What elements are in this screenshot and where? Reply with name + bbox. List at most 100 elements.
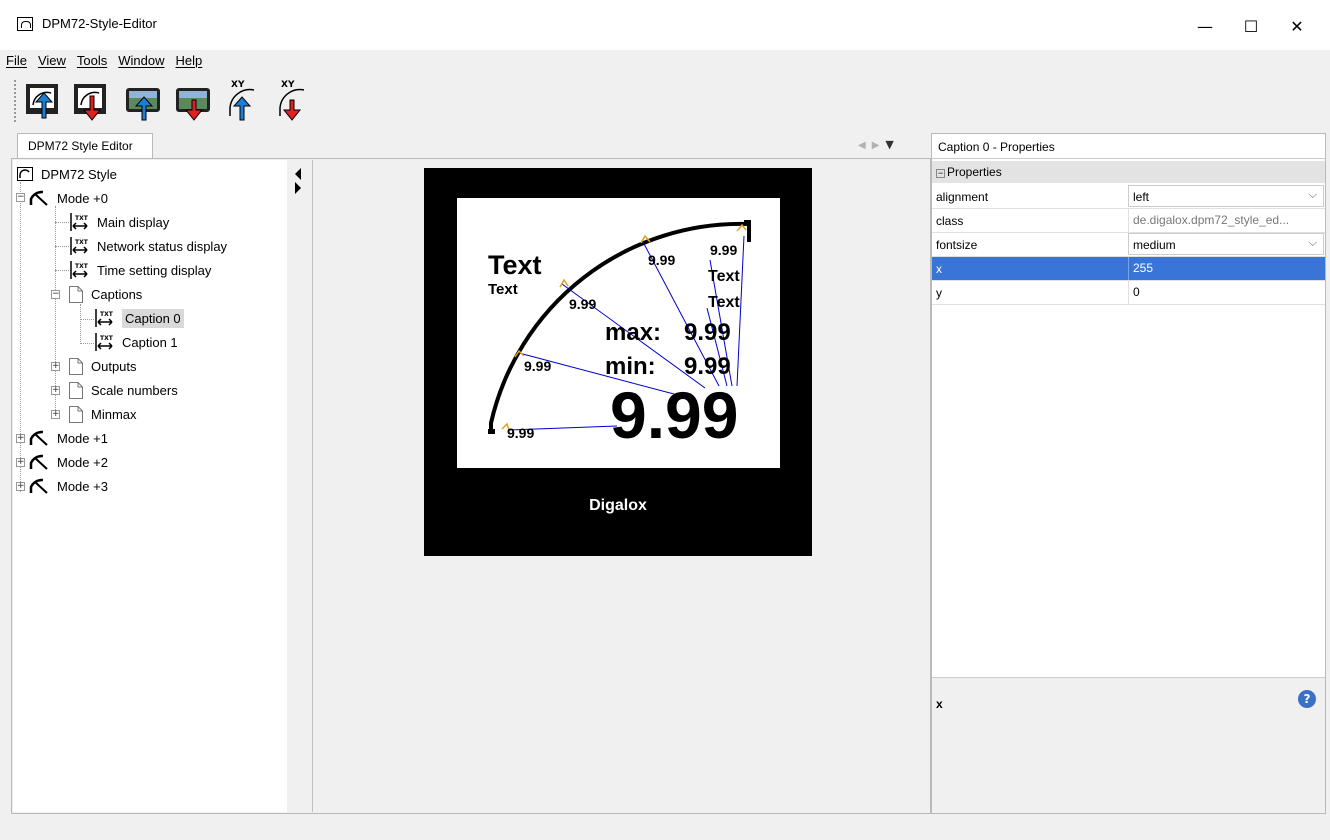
tab-dpm72-style-editor[interactable]: DPM72 Style Editor <box>17 133 153 158</box>
alignment-select[interactable]: left ⌵ <box>1128 185 1324 207</box>
minimize-button[interactable]: — <box>1182 11 1228 41</box>
panel-splitter[interactable] <box>287 160 313 812</box>
min-value[interactable]: 9.99 <box>684 353 731 380</box>
expand-mode2-icon[interactable]: + <box>16 458 25 467</box>
tree-label: Captions <box>91 286 143 302</box>
tree-label: Time setting display <box>97 262 212 278</box>
properties-section-header[interactable]: − Properties <box>932 161 1325 183</box>
tree-item-scale-numbers[interactable]: Scale numbers <box>69 378 178 402</box>
main-display-value[interactable]: 9.99 <box>610 378 738 452</box>
tree-label: Mode +0 <box>57 190 108 206</box>
scale-number[interactable]: 9.99 <box>710 242 737 258</box>
properties-title: Caption 0 - Properties <box>932 134 1325 159</box>
scale-number[interactable]: 9.99 <box>648 252 675 268</box>
tree-label: Mode +3 <box>57 478 108 494</box>
property-description-area <box>932 677 1325 813</box>
property-row-fontsize[interactable]: fontsize medium ⌵ <box>932 233 1325 257</box>
min-label[interactable]: min: <box>605 353 656 380</box>
right-caption-text[interactable]: Text <box>708 294 740 311</box>
style-tree[interactable]: DPM72 Style − Mode +0 TXT Main display T… <box>13 160 287 812</box>
tree-item-mode-3[interactable]: Mode +3 <box>29 474 108 498</box>
window-title: DPM72-Style-Editor <box>42 16 157 31</box>
import-background-icon[interactable] <box>124 78 162 122</box>
tree-label: Mode +1 <box>57 430 108 446</box>
menu-tools[interactable]: Tools <box>71 50 112 72</box>
scale-number[interactable]: 9.99 <box>524 358 551 374</box>
tree-item-time-setting-display[interactable]: TXT Time setting display <box>69 258 211 282</box>
mode-icon <box>29 190 48 206</box>
tab-list-dropdown-icon[interactable]: ▼ <box>885 138 899 151</box>
tree-item-outputs[interactable]: Outputs <box>69 354 137 378</box>
text-element-icon: TXT <box>70 237 89 255</box>
expand-mode3-icon[interactable]: + <box>16 482 25 491</box>
property-value: left <box>1133 190 1150 204</box>
tree-item-caption-0[interactable]: TXT Caption 0 <box>94 306 184 330</box>
menu-view[interactable]: View <box>32 50 71 72</box>
chevron-down-icon[interactable]: ⌵ <box>1309 189 1317 202</box>
tree-item-mode-1[interactable]: Mode +1 <box>29 426 108 450</box>
property-row-y[interactable]: y 0 <box>932 281 1325 305</box>
property-name: fontsize <box>936 238 978 252</box>
menu-file[interactable]: File <box>0 50 32 72</box>
toolbar-grip[interactable] <box>14 80 17 122</box>
tree-item-captions[interactable]: Captions <box>69 282 142 306</box>
caption-text-small[interactable]: Text <box>488 281 518 298</box>
menu-window[interactable]: Window <box>112 50 169 72</box>
expand-scale-numbers-icon[interactable]: + <box>51 386 60 395</box>
fontsize-select[interactable]: medium ⌵ <box>1128 233 1324 255</box>
folder-page-icon <box>69 381 83 399</box>
tree-label: Outputs <box>91 358 137 374</box>
import-style-icon[interactable] <box>24 78 62 122</box>
collapse-mode0-icon[interactable]: − <box>16 193 25 202</box>
property-name: y <box>936 286 942 300</box>
expand-outputs-icon[interactable]: + <box>51 362 60 371</box>
tab-scroll-left-icon[interactable]: ◀ <box>858 140 872 151</box>
splitter-arrows-icon[interactable] <box>293 166 303 196</box>
chevron-down-icon[interactable]: ⌵ <box>1309 237 1317 250</box>
tree-item-network-status-display[interactable]: TXT Network status display <box>69 234 227 258</box>
scale-number[interactable]: 9.99 <box>507 425 534 441</box>
svg-text:TXT: TXT <box>75 239 89 246</box>
property-row-alignment[interactable]: alignment left ⌵ <box>932 185 1325 209</box>
tree-item-caption-1[interactable]: TXT Caption 1 <box>94 330 178 354</box>
property-row-x[interactable]: x 255 <box>932 257 1325 281</box>
menu-help[interactable]: Help <box>170 50 208 72</box>
device-brand-label: Digalox <box>589 497 647 514</box>
tab-navigation[interactable]: ◀▶▼ <box>858 138 900 151</box>
text-element-icon: TXT <box>95 333 114 351</box>
export-xy-icon[interactable]: XY <box>272 78 310 122</box>
export-style-icon[interactable] <box>72 78 110 122</box>
display-preview[interactable]: Text Text 9.99 9.99 9.99 9.99 9.99 Text … <box>457 198 780 468</box>
max-label[interactable]: max: <box>605 319 661 346</box>
tree-item-mode-2[interactable]: Mode +2 <box>29 450 108 474</box>
x-value-field[interactable]: 255 <box>1128 257 1324 280</box>
expand-minmax-icon[interactable]: + <box>51 410 60 419</box>
scale-number[interactable]: 9.99 <box>569 296 596 312</box>
tree-label: Scale numbers <box>91 382 178 398</box>
right-caption-text[interactable]: Text <box>708 268 740 285</box>
tree-item-mode-0[interactable]: Mode +0 <box>29 186 108 210</box>
device-screen[interactable]: Text Text 9.99 9.99 9.99 9.99 9.99 Text … <box>457 198 780 468</box>
tree-item-minmax[interactable]: Minmax <box>69 402 137 426</box>
help-icon[interactable]: ? <box>1298 690 1316 708</box>
max-value[interactable]: 9.99 <box>684 319 731 346</box>
svg-text:TXT: TXT <box>100 311 114 318</box>
expand-mode1-icon[interactable]: + <box>16 434 25 443</box>
y-value-field[interactable]: 0 <box>1128 281 1324 304</box>
collapse-captions-icon[interactable]: − <box>51 290 60 299</box>
caption-text-large[interactable]: Text <box>488 250 542 280</box>
mode-icon <box>29 454 48 470</box>
svg-text:XY: XY <box>231 80 245 90</box>
property-row-class[interactable]: class de.digalox.dpm72_style_ed... <box>932 209 1325 233</box>
close-button[interactable]: ✕ <box>1274 11 1320 41</box>
property-value: de.digalox.dpm72_style_ed... <box>1128 209 1324 232</box>
folder-page-icon <box>69 285 83 303</box>
import-xy-icon[interactable]: XY <box>222 78 260 122</box>
maximize-button[interactable]: ☐ <box>1228 11 1274 41</box>
collapse-section-icon[interactable]: − <box>936 169 945 178</box>
svg-text:TXT: TXT <box>100 335 114 342</box>
export-background-icon[interactable] <box>174 78 212 122</box>
tab-scroll-right-icon[interactable]: ▶ <box>872 140 886 151</box>
tree-item-main-display[interactable]: TXT Main display <box>69 210 169 234</box>
tree-item-dpm72-style[interactable]: DPM72 Style <box>17 162 117 186</box>
